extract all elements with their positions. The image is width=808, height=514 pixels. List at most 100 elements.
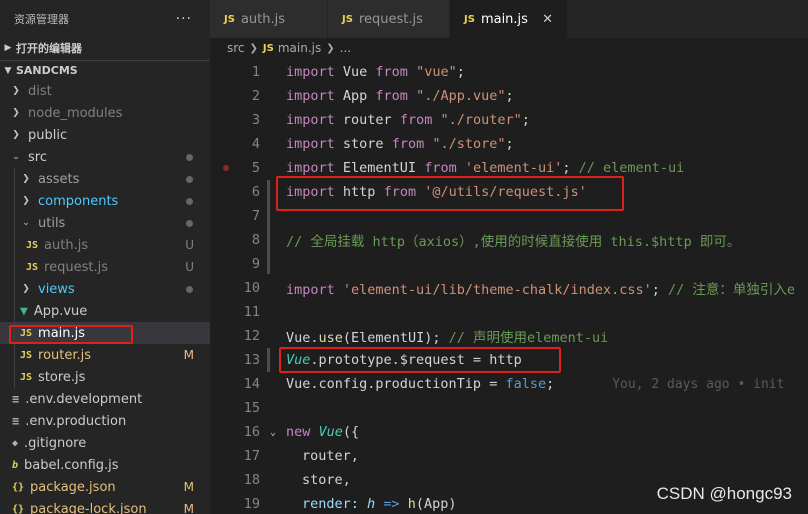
tree-item-label: utils — [38, 215, 66, 231]
tab-label: main.js — [480, 11, 528, 27]
line-number: 18 — [243, 472, 260, 488]
line-number: 3 — [251, 112, 260, 128]
line-number: 14 — [243, 376, 260, 392]
tree-item-label: dist — [28, 83, 52, 99]
line-number: 9 — [251, 256, 260, 272]
line-number: 10 — [243, 280, 260, 296]
tree-item-router-js[interactable]: JS router.js M — [0, 344, 210, 366]
modified-dot-icon — [186, 197, 193, 205]
tab-bar: JS auth.js JS request.js JS main.js ✕ — [210, 0, 808, 38]
line-number: 6 — [251, 184, 260, 200]
tree-item-auth-js[interactable]: JS auth.js U — [0, 234, 210, 256]
close-icon[interactable]: ✕ — [542, 12, 553, 27]
chevron-right-icon: ❯ — [249, 42, 258, 54]
code-line: 8 // 全局挂载 http（axios）,使用的时候直接使用 this.$ht… — [210, 228, 808, 252]
js-file-icon: JS — [26, 239, 39, 251]
tree-item-request-js[interactable]: JS request.js U — [0, 256, 210, 278]
breadcrumb-more[interactable]: ... — [340, 41, 351, 55]
tree-item-dist[interactable]: ❯ dist — [0, 80, 210, 102]
tree-item-label: babel.config.js — [24, 457, 119, 473]
chevron-right-icon: ❯ — [12, 130, 20, 140]
line-number: 19 — [243, 496, 260, 512]
json-file-icon: {} — [12, 503, 25, 514]
main-js-highlight-box — [9, 325, 133, 344]
tree-item-label: .env.production — [25, 413, 127, 429]
editor-area: JS auth.js JS request.js JS main.js ✕ sr… — [210, 0, 808, 514]
js-file-icon: JS — [26, 261, 39, 273]
breadcrumb-folder[interactable]: src — [227, 41, 245, 55]
tree-item-env-production[interactable]: ≡ .env.production — [0, 410, 210, 432]
tab-request-js[interactable]: JS request.js — [328, 0, 450, 38]
chevron-right-icon: ❯ — [22, 196, 30, 206]
json-file-icon: {} — [12, 481, 25, 493]
tree-item-label: node_modules — [28, 105, 123, 121]
tab-main-js[interactable]: JS main.js ✕ — [450, 0, 568, 38]
tree-item-components[interactable]: ❯ components — [0, 190, 210, 212]
modified-dot-icon — [186, 175, 193, 183]
line-number: 8 — [251, 232, 260, 248]
tree-item-env-development[interactable]: ≡ .env.development — [0, 388, 210, 410]
tree-item-gitignore[interactable]: ◆ .gitignore — [0, 432, 210, 454]
tree-item-label: views — [38, 281, 75, 297]
chevron-down-icon: ⌄ — [12, 152, 20, 162]
tree-item-label: public — [28, 127, 68, 143]
tree-item-label: .env.development — [25, 391, 143, 407]
line-number: 2 — [251, 88, 260, 104]
modified-badge: M — [183, 348, 194, 362]
tree-item-utils[interactable]: ⌄ utils — [0, 212, 210, 234]
code-line: 14 Vue.config.productionTip = false; You,… — [210, 372, 808, 396]
js-file-icon: JS — [224, 13, 235, 25]
breadcrumb-file[interactable]: main.js — [278, 41, 321, 55]
project-label: SANDCMS — [16, 64, 78, 77]
js-file-icon: JS — [464, 13, 475, 25]
modified-badge: M — [183, 502, 194, 514]
tab-auth-js[interactable]: JS auth.js — [210, 0, 328, 38]
tree-item-public[interactable]: ❯ public — [0, 124, 210, 146]
js-file-icon: JS — [20, 349, 33, 361]
prototype-request-highlight-box — [279, 347, 561, 373]
chevron-right-icon: ❯ — [12, 108, 20, 118]
line-number: 4 — [251, 136, 260, 152]
line-number: 12 — [243, 328, 260, 344]
tree-item-babel-config[interactable]: b babel.config.js — [0, 454, 210, 476]
env-file-icon: ≡ — [12, 414, 20, 428]
import-http-highlight-box — [276, 176, 624, 211]
git-file-icon: ◆ — [12, 437, 19, 449]
tree-item-package-lock-json[interactable]: {} package-lock.json M — [0, 498, 210, 514]
indent-guide — [14, 278, 15, 300]
indent-guide — [14, 190, 15, 212]
tree-item-store-js[interactable]: JS store.js — [0, 366, 210, 388]
code-line: 2 import App from "./App.vue"; — [210, 84, 808, 108]
tab-label: auth.js — [240, 11, 285, 27]
line-number: 16 — [243, 424, 260, 440]
tree-item-app-vue[interactable]: ▼ App.vue — [0, 300, 210, 322]
indent-guide — [14, 366, 15, 388]
js-file-icon: JS — [20, 371, 33, 383]
tree-item-src[interactable]: ⌄ src — [0, 146, 210, 168]
modified-dot-icon — [186, 219, 193, 227]
tree-item-node-modules[interactable]: ❯ node_modules — [0, 102, 210, 124]
tree-item-assets[interactable]: ❯ assets — [0, 168, 210, 190]
tree-item-package-json[interactable]: {} package.json M — [0, 476, 210, 498]
fold-chevron-icon[interactable]: ⌄ — [260, 427, 286, 438]
line-number: 5 — [251, 160, 260, 176]
open-editors-section[interactable]: ▶ 打开的编辑器 — [0, 38, 210, 58]
line-number: 1 — [251, 64, 260, 80]
tree-item-label: assets — [38, 171, 80, 187]
tree-item-views[interactable]: ❯ views — [0, 278, 210, 300]
code-line: 12 Vue.use(ElementUI); // 声明使用element-ui — [210, 324, 808, 348]
chevron-down-icon: ▼ — [4, 65, 12, 76]
modified-dot-icon — [186, 153, 193, 161]
js-file-icon: JS — [342, 13, 353, 25]
js-file-icon: JS — [262, 42, 274, 54]
indent-guide — [14, 168, 15, 190]
chevron-right-icon: ❯ — [12, 86, 20, 96]
code-editor[interactable]: 1 import Vue from "vue"; 2 import App fr… — [210, 60, 808, 514]
code-line: 9 — [210, 252, 808, 276]
tree-item-label: App.vue — [33, 303, 88, 319]
indent-guide — [14, 300, 15, 322]
code-line: 11 — [210, 300, 808, 324]
more-actions-icon[interactable]: ··· — [176, 11, 192, 27]
project-section[interactable]: ▼ SANDCMS — [0, 60, 210, 80]
code-line: 16 ⌄ new Vue({ — [210, 420, 808, 444]
